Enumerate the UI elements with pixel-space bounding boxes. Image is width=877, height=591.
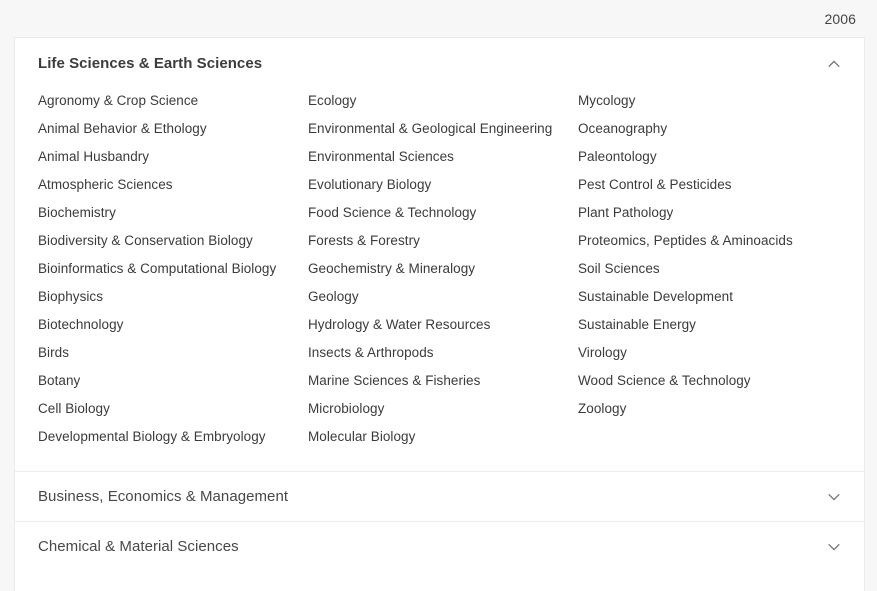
section-title: Business, Economics & Management (38, 488, 288, 505)
topic-item[interactable]: Forests & Forestry (308, 233, 558, 249)
topic-item[interactable]: Insects & Arthropods (308, 345, 558, 361)
topic-item[interactable]: Bioinformatics & Computational Biology (38, 261, 288, 277)
section-business-economics-management: Business, Economics & Management (15, 471, 864, 521)
topic-item[interactable]: Marine Sciences & Fisheries (308, 373, 558, 389)
categories-card: Life Sciences & Earth Sciences Agronomy … (14, 37, 865, 591)
topic-item[interactable]: Evolutionary Biology (308, 177, 558, 193)
topic-item[interactable]: Pest Control & Pesticides (578, 177, 828, 193)
topic-item[interactable]: Geochemistry & Mineralogy (308, 261, 558, 277)
section-title: Life Sciences & Earth Sciences (38, 55, 262, 72)
topic-item[interactable]: Atmospheric Sciences (38, 177, 288, 193)
topic-item[interactable]: Sustainable Energy (578, 317, 828, 333)
topic-item[interactable]: Botany (38, 373, 288, 389)
topic-item[interactable]: Cell Biology (38, 401, 288, 417)
topic-item[interactable]: Animal Behavior & Ethology (38, 121, 288, 137)
topic-item[interactable]: Biochemistry (38, 205, 288, 221)
section-title: Chemical & Material Sciences (38, 538, 239, 555)
topic-item[interactable]: Virology (578, 345, 828, 361)
topic-item[interactable]: Biotechnology (38, 317, 288, 333)
section-chemical-material-sciences: Chemical & Material Sciences (15, 521, 864, 571)
topic-item[interactable]: Environmental & Geological Engineering (308, 121, 558, 137)
chevron-down-icon[interactable] (824, 537, 844, 557)
chevron-up-icon[interactable] (824, 54, 844, 74)
topic-column-3: Mycology Oceanography Paleontology Pest … (578, 93, 865, 445)
topic-item[interactable]: Biodiversity & Conservation Biology (38, 233, 288, 249)
topic-item[interactable]: Oceanography (578, 121, 828, 137)
topic-item[interactable]: Proteomics, Peptides & Aminoacids (578, 233, 828, 249)
topic-column-2: Ecology Environmental & Geological Engin… (308, 93, 578, 445)
topic-item[interactable]: Environmental Sciences (308, 149, 558, 165)
topic-item[interactable]: Biophysics (38, 289, 288, 305)
chevron-down-icon[interactable] (824, 487, 844, 507)
section-header-life-sciences-earth-sciences[interactable]: Life Sciences & Earth Sciences (15, 38, 864, 89)
section-life-sciences-earth-sciences: Life Sciences & Earth Sciences Agronomy … (15, 38, 864, 471)
topic-item[interactable]: Soil Sciences (578, 261, 828, 277)
topic-item[interactable]: Ecology (308, 93, 558, 109)
section-body-life-sciences-earth-sciences: Agronomy & Crop Science Animal Behavior … (15, 89, 864, 471)
topic-item[interactable]: Molecular Biology (308, 429, 558, 445)
topic-item[interactable]: Wood Science & Technology (578, 373, 828, 389)
topic-item[interactable]: Paleontology (578, 149, 828, 165)
top-bar: 2006 (0, 0, 877, 37)
topic-item[interactable]: Agronomy & Crop Science (38, 93, 288, 109)
section-header-business-economics-management[interactable]: Business, Economics & Management (15, 472, 864, 521)
topic-item[interactable]: Mycology (578, 93, 828, 109)
topic-item[interactable]: Zoology (578, 401, 828, 417)
topic-item[interactable]: Food Science & Technology (308, 205, 558, 221)
topic-item[interactable]: Microbiology (308, 401, 558, 417)
year-label: 2006 (824, 11, 856, 27)
topic-item[interactable]: Birds (38, 345, 288, 361)
section-header-chemical-material-sciences[interactable]: Chemical & Material Sciences (15, 522, 864, 571)
topic-column-1: Agronomy & Crop Science Animal Behavior … (38, 93, 308, 445)
topic-item[interactable]: Sustainable Development (578, 289, 828, 305)
topic-item[interactable]: Geology (308, 289, 558, 305)
topic-item[interactable]: Developmental Biology & Embryology (38, 429, 288, 445)
topic-item[interactable]: Hydrology & Water Resources (308, 317, 558, 333)
topic-item[interactable]: Plant Pathology (578, 205, 828, 221)
topic-item[interactable]: Animal Husbandry (38, 149, 288, 165)
